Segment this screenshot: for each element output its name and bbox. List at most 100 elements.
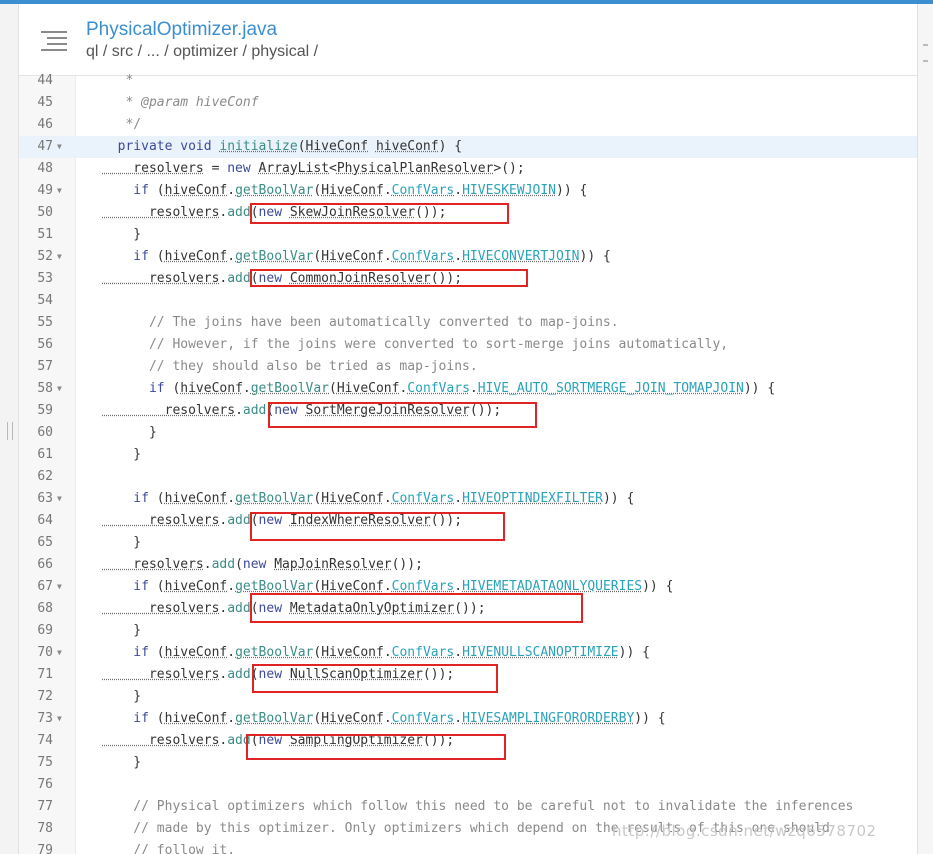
line-number: 67 <box>37 579 53 594</box>
code-token: resolvers <box>102 205 220 220</box>
code-text: if (hiveConf.getBoolVar(HiveConf.ConfVar… <box>102 378 775 400</box>
code-token: HIVESKEWJOIN <box>462 183 557 198</box>
file-title[interactable]: PhysicalOptimizer.java <box>86 19 277 41</box>
left-panel-strip[interactable] <box>0 4 19 854</box>
line-number: 50 <box>37 205 53 220</box>
line-number: 47 <box>37 139 53 154</box>
code-line[interactable]: 76 <box>19 774 917 796</box>
code-token: @param <box>141 95 189 110</box>
fold-arrow-icon[interactable]: ▼ <box>57 708 62 730</box>
line-number: 49 <box>37 183 53 198</box>
line-number: 71 <box>37 667 53 682</box>
code-token: ( <box>329 381 337 396</box>
line-number: 63 <box>37 491 53 506</box>
fold-arrow-icon[interactable]: ▼ <box>57 576 62 598</box>
code-token: hiveConf <box>164 645 228 660</box>
hamburger-menu-icon[interactable] <box>41 31 67 51</box>
code-token: // The joins have been automatically con… <box>102 315 619 330</box>
fold-arrow-icon[interactable]: ▼ <box>57 642 62 664</box>
line-number: 62 <box>37 469 53 484</box>
code-line[interactable]: 54 <box>19 290 917 312</box>
code-token: ) { <box>438 139 463 154</box>
code-token: ConfVars <box>391 645 455 660</box>
code-token: . <box>469 381 478 396</box>
line-number: 60 <box>37 425 53 440</box>
code-text: if (hiveConf.getBoolVar(HiveConf.ConfVar… <box>102 246 611 268</box>
code-token: . <box>454 183 463 198</box>
code-token: if <box>102 579 157 594</box>
code-token: ( <box>156 645 165 660</box>
fold-arrow-icon[interactable]: ▼ <box>57 488 62 510</box>
code-token: ( <box>313 249 322 264</box>
line-number: 72 <box>37 689 53 704</box>
code-line[interactable]: 73 ▼ if (hiveConf.getBoolVar(HiveConf.Con… <box>19 708 917 730</box>
code-line[interactable]: 45 * @param hiveConf <box>19 92 917 114</box>
code-token: )) { <box>579 249 611 264</box>
fold-arrow-icon[interactable]: ▼ <box>57 246 62 268</box>
code-line[interactable]: 52 ▼ if (hiveConf.getBoolVar(HiveConf.Con… <box>19 246 917 268</box>
code-token: resolvers <box>102 733 220 748</box>
fold-arrow-icon[interactable]: ▼ <box>57 378 62 400</box>
line-number: 52 <box>37 249 53 264</box>
code-line[interactable]: 79 // follow it. <box>19 840 917 854</box>
code-token: HiveConf <box>321 183 384 198</box>
code-line[interactable]: 55 // The joins have been automatically … <box>19 312 917 334</box>
code-line[interactable]: 58 ▼ if (hiveConf.getBoolVar(HiveConf.Con… <box>19 378 917 400</box>
code-token: getBoolVar <box>235 249 314 264</box>
code-line[interactable]: 46 */ <box>19 114 917 136</box>
fold-arrow-icon[interactable]: ▼ <box>57 180 62 202</box>
panel-resize-handle-icon[interactable] <box>7 422 13 440</box>
code-token: resolvers <box>102 161 204 176</box>
code-line[interactable]: 69 } <box>19 620 917 642</box>
code-token: )) { <box>602 491 635 506</box>
code-text: if (hiveConf.getBoolVar(HiveConf.ConfVar… <box>102 488 634 510</box>
code-token: getBoolVar <box>235 183 314 198</box>
line-number: 46 <box>37 117 53 132</box>
code-token: < <box>329 161 337 176</box>
code-token: */ <box>102 117 142 132</box>
line-number: 69 <box>37 623 53 638</box>
code-token: HIVECONVERTJOIN <box>462 249 580 264</box>
code-line[interactable]: 47 ▼ private void initialize(HiveConf hiv… <box>19 136 917 158</box>
scrollbar-grip-icon[interactable] <box>923 44 928 62</box>
code-token: if <box>102 645 157 660</box>
code-line[interactable]: 70 ▼ if (hiveConf.getBoolVar(HiveConf.Con… <box>19 642 917 664</box>
code-line[interactable]: 77 // Physical optimizers which follow t… <box>19 796 917 818</box>
line-number: 51 <box>37 227 53 242</box>
line-number: 61 <box>37 447 53 462</box>
code-line[interactable]: 63 ▼ if (hiveConf.getBoolVar(HiveConf.Con… <box>19 488 917 510</box>
line-number: 77 <box>37 799 53 814</box>
code-line[interactable]: 62 <box>19 466 917 488</box>
code-text: } <box>102 752 141 774</box>
code-line[interactable]: 49 ▼ if (hiveConf.getBoolVar(HiveConf.Con… <box>19 180 917 202</box>
code-token: add <box>227 513 251 528</box>
line-number: 76 <box>37 777 53 792</box>
code-line[interactable]: 56 // However, if the joins were convert… <box>19 334 917 356</box>
code-token: . <box>242 381 251 396</box>
highlight-box-metadataonlyoptimizer <box>250 593 583 623</box>
code-token: getBoolVar <box>235 711 314 726</box>
line-number: 54 <box>37 293 53 308</box>
code-line[interactable]: 61 } <box>19 444 917 466</box>
code-token: ArrayList <box>258 161 329 176</box>
code-token: hiveConf <box>164 491 228 506</box>
code-token: } <box>102 623 142 638</box>
code-token: ( <box>313 579 322 594</box>
code-token: . <box>235 403 243 418</box>
code-token: // follow it. <box>102 843 236 854</box>
code-line[interactable]: 66 resolvers.add(new MapJoinResolver()); <box>19 554 917 576</box>
code-token: ( <box>235 557 243 572</box>
code-token: ( <box>156 249 165 264</box>
code-line[interactable]: 57 // they should also be tried as map-j… <box>19 356 917 378</box>
fold-arrow-icon[interactable]: ▼ <box>57 136 62 158</box>
code-token: ( <box>297 139 306 154</box>
code-token: . <box>227 645 236 660</box>
code-line[interactable]: 44 * <box>19 70 917 92</box>
code-line[interactable]: 51 } <box>19 224 917 246</box>
line-number: 56 <box>37 337 53 352</box>
code-token: )) { <box>634 711 666 726</box>
code-line[interactable]: 48 resolvers = new ArrayList<PhysicalPla… <box>19 158 917 180</box>
vertical-scrollbar[interactable] <box>917 4 933 854</box>
breadcrumb[interactable]: ql / src / ... / optimizer / physical / <box>86 43 318 61</box>
code-token: add <box>227 667 251 682</box>
